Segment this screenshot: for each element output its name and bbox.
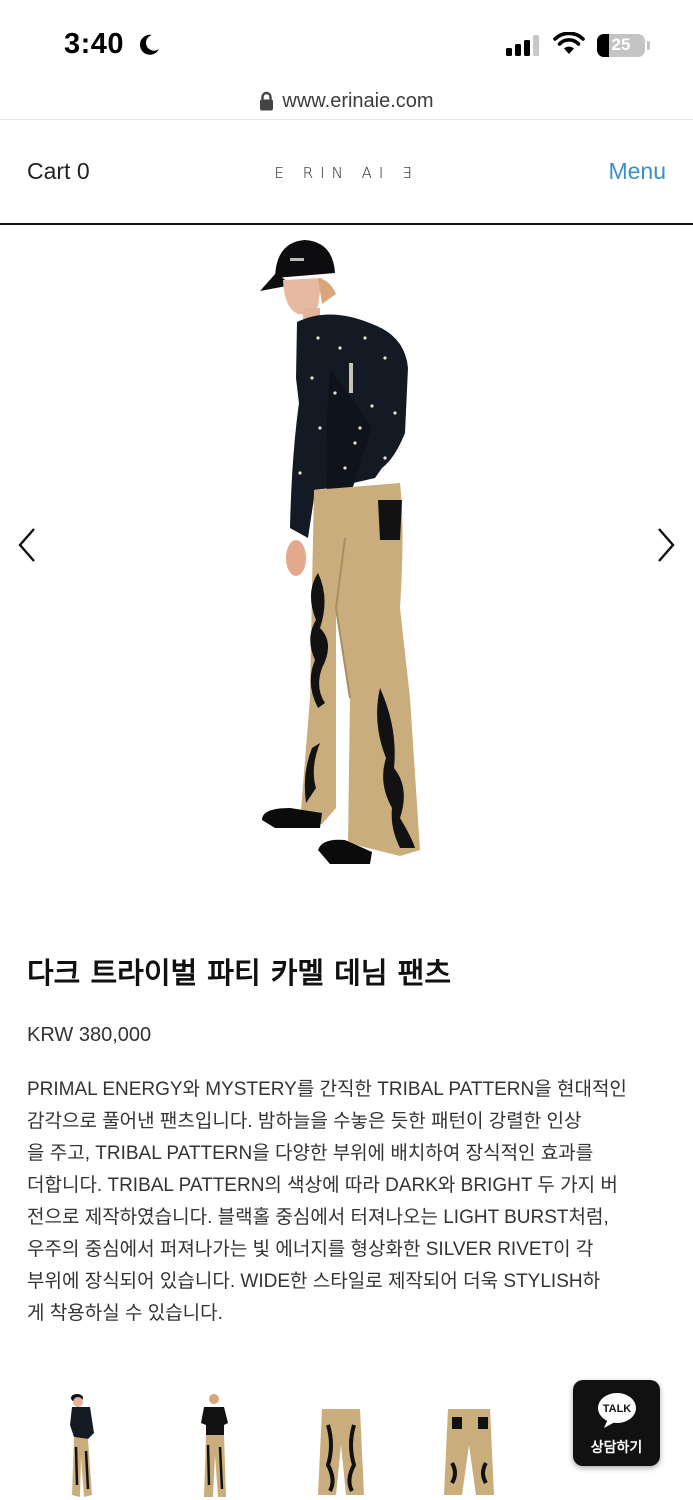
talk-bubble-icon: TALK [598, 1393, 636, 1428]
address-bar[interactable]: www.erinaie.com [0, 84, 693, 118]
product-title: 다크 트라이벌 파티 카멜 데님 팬츠 [27, 956, 452, 990]
thumbnail-image[interactable] [178, 1385, 248, 1500]
battery-icon: 25 [597, 34, 645, 57]
description-line: 우주의 중심에서 퍼져나가는 빛 에너지를 형상화한 SILVER RIVET이… [27, 1239, 594, 1260]
description-line: PRIMAL ENERGY와 MYSTERY를 간직한 TRIBAL PATTE… [27, 1079, 627, 1100]
thumbnail-image[interactable] [306, 1385, 376, 1500]
moon-icon [139, 34, 159, 55]
chevron-right-icon[interactable] [651, 525, 681, 565]
battery-level: 25 [611, 35, 631, 54]
product-description: PRIMAL ENERGY와 MYSTERY를 간직한 TRIBAL PATTE… [27, 1074, 672, 1330]
description-line: 전으로 제작하였습니다. 블랙홀 중심에서 터져나오는 LIGHT BURST처… [27, 1207, 609, 1228]
product-price: KRW 380,000 [27, 1024, 152, 1046]
status-bar: 3:40 25 [0, 0, 693, 80]
menu-link[interactable]: Menu [608, 158, 666, 185]
brand-logo[interactable]: E RIN AI Ǝ [0, 164, 693, 182]
lock-icon [260, 91, 274, 111]
thumbnail-image[interactable] [50, 1385, 120, 1500]
talk-bubble-text: TALK [603, 1403, 632, 1415]
url-text: www.erinaie.com [282, 89, 434, 112]
description-line: 더합니다. TRIBAL PATTERN의 색상에 따라 DARK와 BRIGH… [27, 1175, 618, 1196]
description-line: 을 주고, TRIBAL PATTERN을 다양한 부위에 배치하여 장식적인 … [27, 1143, 594, 1164]
battery-tip [647, 41, 650, 50]
description-line: 감각으로 풀어낸 팬츠입니다. 밤하늘을 수놓은 듯한 패턴이 강렬한 인상 [27, 1111, 582, 1132]
site-header: Cart 0 E RIN AI Ǝ Menu [0, 120, 693, 225]
chat-consult-button[interactable]: TALK 상담하기 [573, 1380, 660, 1466]
status-time: 3:40 [64, 28, 125, 60]
chat-consult-label: 상담하기 [590, 1440, 643, 1456]
product-image[interactable] [0, 228, 693, 888]
thumbnail-image[interactable] [434, 1385, 504, 1500]
description-line: 부위에 장식되어 있습니다. WIDE한 스타일로 제작되어 더욱 STYLIS… [27, 1271, 601, 1292]
wifi-icon [553, 32, 585, 54]
description-line: 게 착용하실 수 있습니다. [27, 1303, 223, 1324]
cellular-signal-icon [506, 34, 539, 56]
chevron-left-icon[interactable] [12, 525, 42, 565]
